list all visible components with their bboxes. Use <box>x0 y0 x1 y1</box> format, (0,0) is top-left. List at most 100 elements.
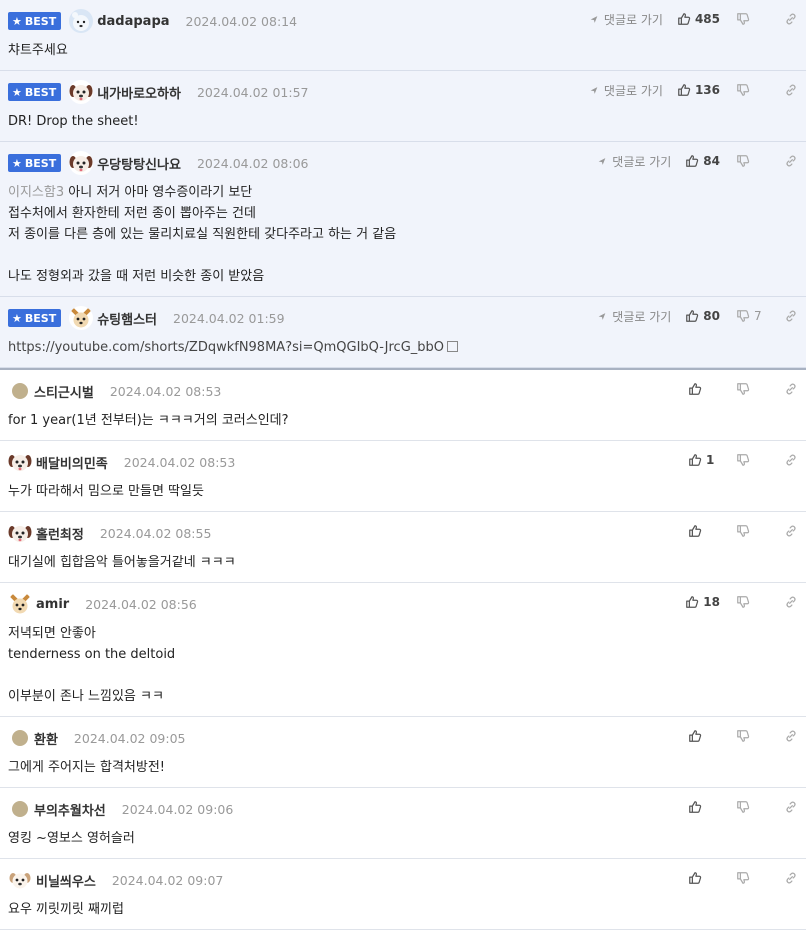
comment-actions: 댓글로 가기 485 <box>590 10 798 28</box>
downvote-button[interactable] <box>736 729 768 743</box>
downvote-button[interactable] <box>736 800 768 814</box>
dog-avatar-icon[interactable] <box>69 151 94 175</box>
bear-avatar-icon[interactable] <box>69 9 94 33</box>
comment-date: 2024.04.02 09:06 <box>121 801 234 817</box>
comment-item: 배달비의민족 2024.04.02 08:53 1 누가 따라해서 밈으로 만들면 딱… <box>0 441 806 512</box>
comment-line: 대기실에 힙합음악 틀어놓을거같네 ㅋㅋㅋ <box>8 552 798 573</box>
fox-avatar-icon[interactable] <box>69 306 94 330</box>
upvote-button[interactable] <box>688 871 720 885</box>
upvote-button[interactable] <box>688 382 720 396</box>
dog-avatar-icon[interactable] <box>8 521 32 545</box>
go-to-comment-link[interactable]: 댓글로 가기 <box>598 308 671 325</box>
star-icon: ★ <box>12 85 22 99</box>
copy-link-icon[interactable] <box>784 83 798 97</box>
default-avatar-icon[interactable] <box>12 383 28 399</box>
reply-mention[interactable]: 이지스함3 <box>8 185 64 200</box>
comment-text: 그에게 주어지는 합격처방전! <box>8 760 165 775</box>
upvote-button[interactable]: 18 <box>685 595 720 609</box>
star-icon: ★ <box>12 311 22 325</box>
upvote-button[interactable] <box>688 729 720 743</box>
default-avatar-icon[interactable] <box>12 730 28 746</box>
author-nickname[interactable]: 슈팅햄스터 <box>97 309 157 328</box>
downvote-button[interactable] <box>736 12 768 26</box>
comment-body: 저녁되면 안좋아 tenderness on the deltoid 이부분이 존나… <box>8 615 798 716</box>
comment-line: DR! Drop the sheet! <box>8 111 798 132</box>
thumbs-down-icon <box>736 871 750 885</box>
thumbs-up-icon <box>677 83 691 97</box>
comment-line: 그에게 주어지는 합격처방전! <box>8 757 798 778</box>
puppy-avatar-icon[interactable] <box>8 868 32 892</box>
copy-link-icon[interactable] <box>784 800 798 814</box>
upvote-button[interactable]: 485 <box>677 12 720 26</box>
downvote-button[interactable]: 7 <box>736 309 768 323</box>
author-nickname[interactable]: amir <box>36 597 69 612</box>
comment-actions: 1 <box>688 451 798 469</box>
go-to-comment-link[interactable]: 댓글로 가기 <box>590 11 663 28</box>
comment-text: 저녁되면 안좋아 <box>8 626 96 641</box>
thumbs-down-icon <box>736 595 750 609</box>
upvote-button[interactable]: 136 <box>677 83 720 97</box>
downvote-button[interactable] <box>736 871 768 885</box>
copy-link-icon[interactable] <box>784 595 798 609</box>
author-nickname[interactable]: 스티근시벌 <box>34 382 94 401</box>
comment-date: 2024.04.02 01:59 <box>173 310 285 326</box>
comment-actions <box>688 727 798 745</box>
comment-text: 누가 따라해서 밈으로 만들면 딱일듯 <box>8 484 204 499</box>
comment-actions <box>688 798 798 816</box>
copy-link-icon[interactable] <box>784 871 798 885</box>
copy-link-icon[interactable] <box>784 154 798 168</box>
author-nickname[interactable]: 부의추월차선 <box>34 800 106 819</box>
comment-body: 요우 끼릿끼릿 째끼럽 <box>8 891 798 929</box>
comment-actions: 댓글로 가기 84 <box>598 152 798 170</box>
comment-date: 2024.04.02 08:53 <box>123 454 236 470</box>
author-nickname[interactable]: 홀런최정 <box>36 524 84 543</box>
thumbs-up-icon <box>685 309 699 323</box>
default-avatar-icon[interactable] <box>12 801 28 817</box>
upvote-count: 80 <box>703 309 720 323</box>
thumbs-up-icon <box>688 871 702 885</box>
thumbs-up-icon <box>688 800 702 814</box>
author-nickname[interactable]: dadapapa <box>97 14 169 29</box>
upvote-button[interactable]: 1 <box>688 453 720 467</box>
go-to-comment-label: 댓글로 가기 <box>612 309 672 324</box>
downvote-button[interactable] <box>736 83 768 97</box>
comment-body: 영킹 ~영보스 영허슬러 <box>8 820 798 858</box>
downvote-button[interactable] <box>736 595 768 609</box>
external-link-icon[interactable] <box>447 341 459 352</box>
upvote-button[interactable] <box>688 800 720 814</box>
upvote-count: 485 <box>694 12 720 26</box>
dog-avatar-icon[interactable] <box>8 450 32 474</box>
downvote-button[interactable] <box>736 382 768 396</box>
comment-header: 환환 2024.04.02 09:05 <box>8 727 798 749</box>
comment-body: DR! Drop the sheet! <box>8 103 798 141</box>
go-to-comment-link[interactable]: 댓글로 가기 <box>598 153 671 170</box>
copy-link-icon[interactable] <box>784 382 798 396</box>
upvote-button[interactable]: 80 <box>685 309 720 323</box>
author-nickname[interactable]: 우당탕탕신나요 <box>97 154 181 173</box>
go-to-comment-link[interactable]: 댓글로 가기 <box>590 82 663 99</box>
dog-avatar-icon[interactable] <box>69 80 94 104</box>
thumbs-up-icon <box>685 595 699 609</box>
copy-link-icon[interactable] <box>784 453 798 467</box>
copy-link-icon[interactable] <box>784 729 798 743</box>
comment-date: 2024.04.02 08:55 <box>99 525 212 541</box>
comment-line <box>8 665 798 686</box>
upvote-button[interactable] <box>688 524 720 538</box>
copy-link-icon[interactable] <box>784 12 798 26</box>
upvote-count: 84 <box>703 154 720 168</box>
fox-avatar-icon[interactable] <box>8 592 32 616</box>
author-nickname[interactable]: 환환 <box>34 729 58 748</box>
author-nickname[interactable]: 내가바로오하하 <box>97 83 181 102</box>
downvote-button[interactable] <box>736 524 768 538</box>
downvote-button[interactable] <box>736 453 768 467</box>
author-nickname[interactable]: 배달비의민족 <box>36 453 108 472</box>
author-nickname[interactable]: 비닐씌우스 <box>36 871 96 890</box>
upvote-button[interactable]: 84 <box>685 154 720 168</box>
copy-link-icon[interactable] <box>784 309 798 323</box>
thumbs-down-icon <box>736 12 750 26</box>
comment-url-link[interactable]: https://youtube.com/shorts/ZDqwkfN98MA?s… <box>8 340 444 355</box>
copy-link-icon[interactable] <box>784 524 798 538</box>
downvote-button[interactable] <box>736 154 768 168</box>
thumbs-down-icon <box>736 453 750 467</box>
upvote-count: 1 <box>706 453 715 467</box>
